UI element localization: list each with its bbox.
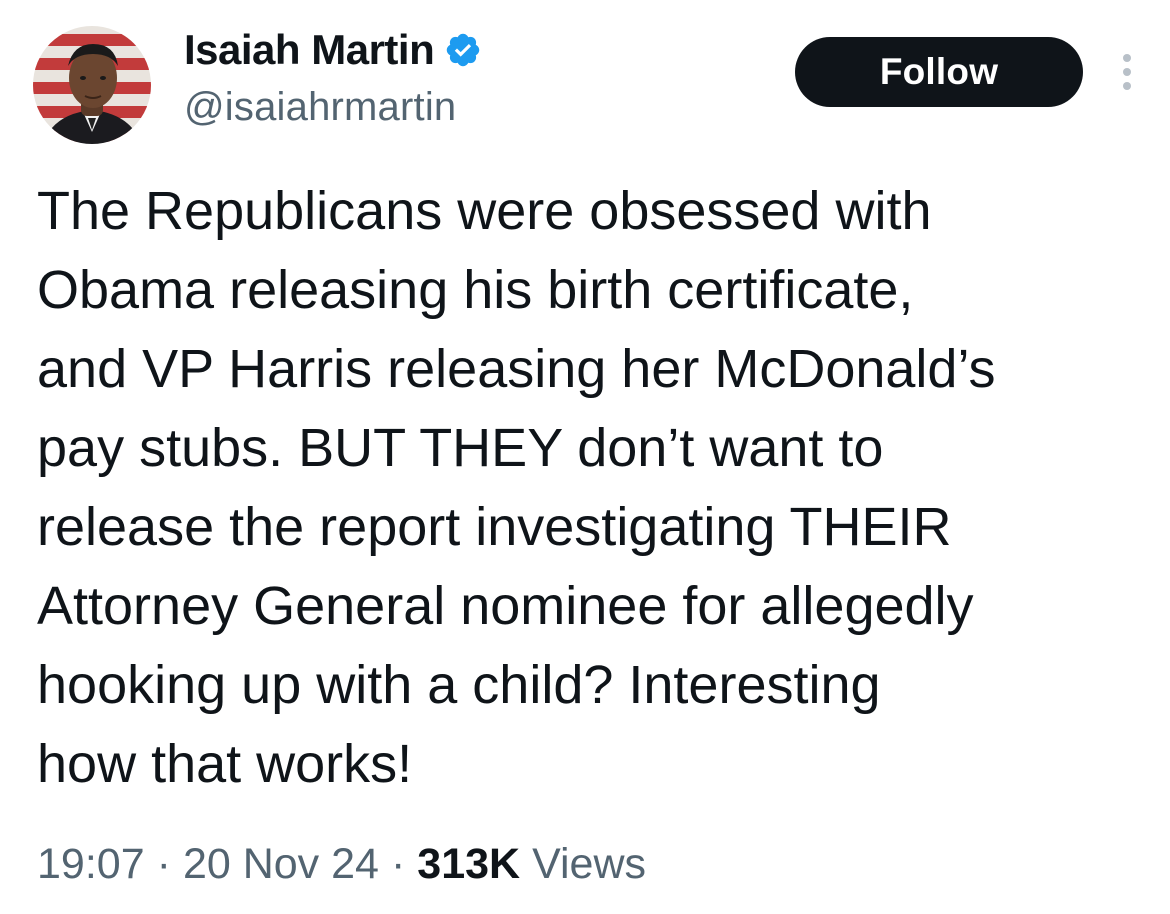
tweet-card: Isaiah Martin @isaiahrmartin Follow The …: [0, 0, 1170, 914]
tweet-text-line: hooking up with a child? Interesting: [37, 655, 881, 715]
tweet-text-line: Attorney General nominee for allegedly: [37, 576, 974, 636]
avatar[interactable]: [33, 26, 151, 144]
tweet-text-line: how that works!: [37, 734, 413, 794]
meta-separator: ·: [390, 840, 406, 888]
tweet-meta: 19:07 · 20 Nov 24 · 313K Views: [37, 840, 646, 889]
tweet-text-line: Obama releasing his birth certificate,: [37, 260, 914, 320]
verified-badge-icon: [444, 31, 482, 69]
views-count: 313K: [417, 840, 521, 888]
views-label: Views: [532, 840, 647, 888]
follow-button[interactable]: Follow: [795, 37, 1083, 107]
tweet-date[interactable]: 20 Nov 24: [183, 840, 379, 889]
author-name-row: Isaiah Martin: [184, 22, 482, 78]
author-handle[interactable]: @isaiahrmartin: [184, 85, 456, 130]
tweet-text-line: pay stubs. BUT THEY don’t want to: [37, 418, 884, 478]
author-display-name[interactable]: Isaiah Martin: [184, 26, 435, 74]
more-options-icon[interactable]: [1112, 48, 1142, 96]
meta-separator: ·: [156, 840, 171, 888]
tweet-text-line: and VP Harris releasing her McDonald’s: [37, 339, 996, 399]
tweet-time[interactable]: 19:07: [37, 840, 145, 889]
tweet-text: The Republicans were obsessed with Obama…: [37, 172, 1147, 804]
avatar-image: [33, 26, 151, 144]
tweet-text-line: The Republicans were obsessed with: [37, 181, 932, 241]
tweet-text-line: release the report investigating THEIR: [37, 497, 952, 557]
